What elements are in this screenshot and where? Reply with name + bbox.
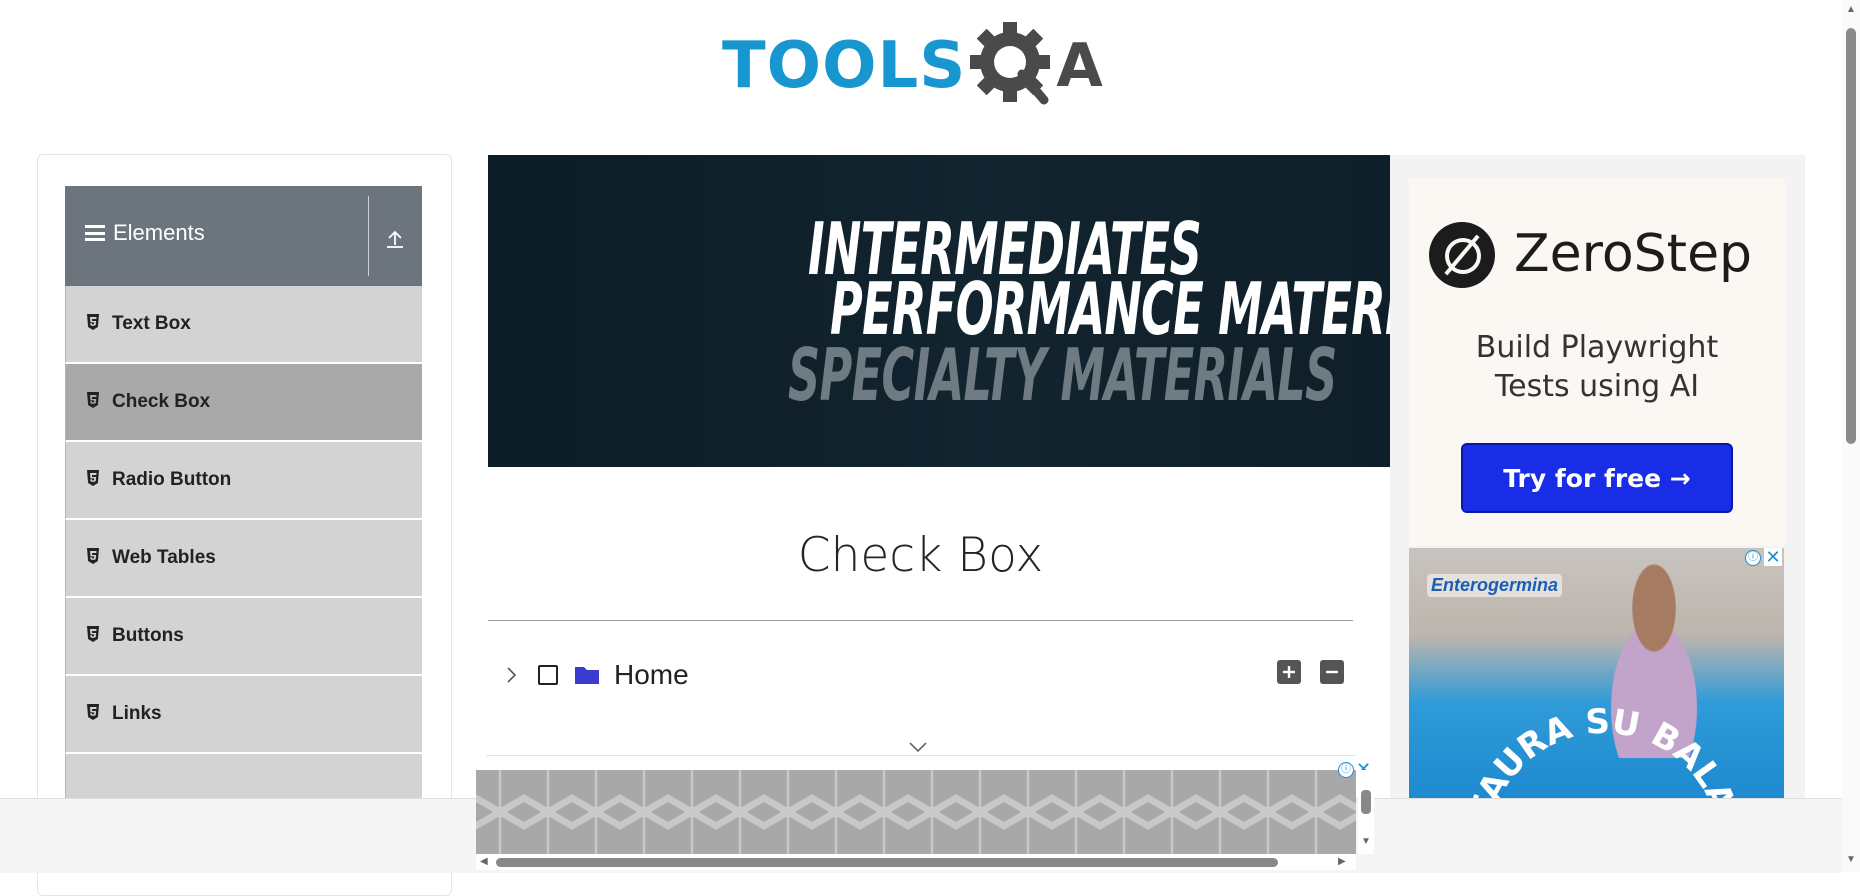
logo-tools-text: TOOLS [722, 29, 967, 103]
menu-item-check-box[interactable]: Check Box [65, 364, 422, 442]
html5-icon [87, 314, 99, 330]
menu-item-label: Links [112, 703, 162, 724]
banner-line-3: SPECIALTY MATERIALS [788, 333, 1337, 417]
home-checkbox[interactable] [538, 665, 558, 685]
zerostep-brand: ZeroStep [1514, 224, 1753, 284]
page-scrollbar[interactable]: ▲ ▼ [1842, 0, 1860, 872]
bottom-ad-vertical-thumb[interactable] [1361, 790, 1371, 814]
tree-node-home: Home [500, 655, 689, 695]
left-panel: Elements Text Box Check Box Radio Button… [37, 154, 452, 896]
menu-item-label: Buttons [112, 625, 184, 646]
collapse-all-button[interactable] [1320, 660, 1344, 684]
expand-all-button[interactable] [1277, 660, 1301, 684]
page-title: Check Box [797, 528, 1044, 583]
title-divider [488, 620, 1353, 621]
menu-item-links[interactable]: Links [65, 676, 422, 754]
bottom-ad-vertical-scrollbar[interactable]: ▼ [1358, 770, 1374, 854]
elements-group-header[interactable]: Elements [65, 186, 422, 286]
zerostep-logo-icon [1429, 222, 1495, 288]
ad-curved-text: STAURA SU BALANCE [1469, 678, 1739, 798]
tagline-line-1: Build Playwright [1475, 330, 1719, 365]
svg-text:STAURA SU BALANCE: STAURA SU BALANCE [1469, 678, 1739, 798]
tree-label-home[interactable]: Home [614, 659, 689, 691]
html5-icon [87, 626, 99, 642]
scroll-right-arrow-icon[interactable]: ▶ [1338, 856, 1346, 867]
html5-icon [87, 392, 99, 408]
enterogermina-brand: Enterogermina [1427, 574, 1563, 597]
html5-icon [87, 548, 99, 564]
group-title: Elements [85, 220, 205, 246]
tagline-line-2: Tests using AI [1494, 369, 1700, 404]
menu-item-label: Check Box [112, 391, 211, 412]
collapse-up-icon[interactable] [383, 226, 407, 250]
ad-curved-text-path: STAURA SU BALANCE [1469, 678, 1739, 798]
toolsqa-logo[interactable]: TOOLS A [722, 20, 1124, 112]
bottom-ad-horizontal-scrollbar[interactable]: ◀ ▶ [476, 854, 1356, 870]
group-title-label: Elements [113, 220, 205, 245]
menu-item-label: Web Tables [112, 547, 216, 568]
menu-item-web-tables[interactable]: Web Tables [65, 520, 422, 598]
html5-icon [87, 470, 99, 486]
bottom-banner-ad[interactable] [476, 770, 1356, 854]
elements-menu: Text Box Check Box Radio Button Web Tabl… [65, 286, 422, 832]
try-for-free-button[interactable]: Try for free → [1461, 443, 1733, 513]
bottom-ad-horizontal-thumb[interactable] [496, 858, 1278, 867]
page-scroll-up-icon[interactable]: ▲ [1846, 4, 1856, 15]
scroll-left-arrow-icon[interactable]: ◀ [480, 856, 488, 867]
menu-item-text-box[interactable]: Text Box [65, 286, 422, 364]
menu-item-buttons[interactable]: Buttons [65, 598, 422, 676]
menu-item-label: Radio Button [112, 469, 232, 490]
group-divider [368, 196, 369, 276]
scroll-down-arrow-icon[interactable]: ▼ [1361, 836, 1371, 847]
logo-a-text: A [1056, 31, 1103, 101]
zerostep-ad[interactable]: ZeroStep Build Playwright Tests using AI… [1409, 178, 1785, 546]
html5-icon [87, 704, 99, 720]
folder-icon [575, 667, 599, 684]
chevron-down-icon [909, 742, 927, 753]
menu-item-label: Text Box [112, 313, 191, 334]
enterogermina-ad[interactable]: Enterogermina STAURA SU BALANCE [1409, 548, 1784, 798]
page-scroll-down-icon[interactable]: ▼ [1846, 854, 1856, 865]
bottom-ad-info-icon[interactable]: ⓘ [1338, 762, 1354, 778]
minus-square-icon [1326, 670, 1338, 674]
hamburger-icon [85, 225, 105, 241]
gear-magnifier-icon [970, 22, 1051, 105]
ad-close-icon[interactable]: ✕ [1764, 548, 1782, 566]
top-banner-ad[interactable]: INTERMEDIATES PERFORMANCE MATERIALS SPEC… [488, 155, 1390, 467]
zerostep-tagline: Build Playwright Tests using AI [1409, 328, 1785, 406]
plus-square-icon [1283, 666, 1295, 678]
ad-info-icon[interactable]: ⓘ [1745, 550, 1761, 566]
menu-item-radio-button[interactable]: Radio Button [65, 442, 422, 520]
chevron-right-icon[interactable] [500, 664, 522, 686]
page-scroll-thumb[interactable] [1846, 28, 1856, 444]
